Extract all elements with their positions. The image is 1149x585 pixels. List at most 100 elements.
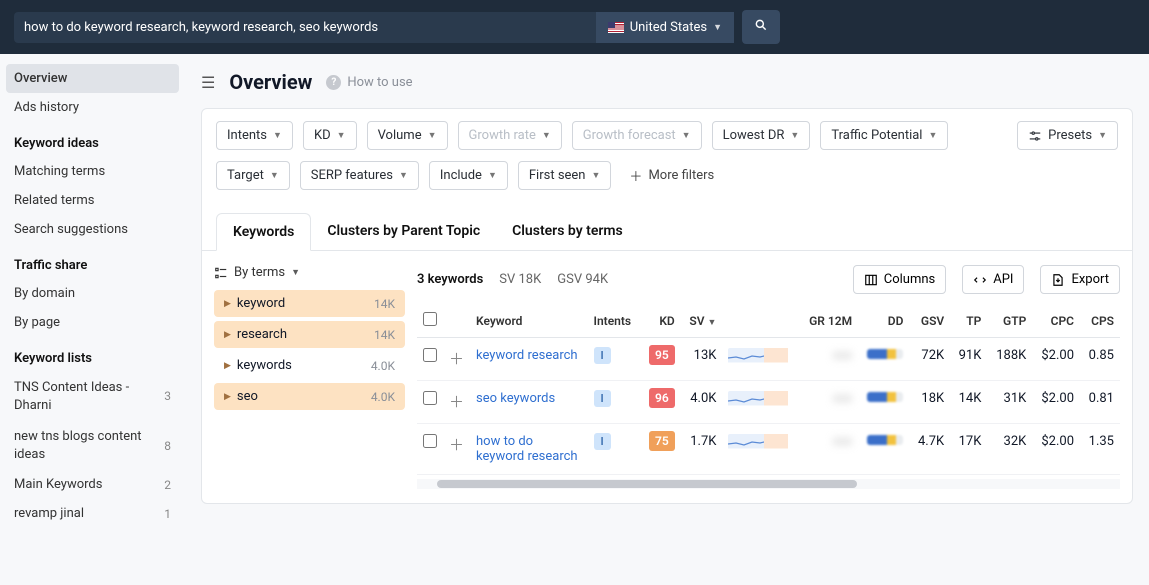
- chevron-down-icon: ▼: [273, 130, 282, 141]
- table-row: ＋ seo keywords I 96 4.0K xxx 18K 14K 31K…: [417, 381, 1120, 424]
- col-gtp[interactable]: GTP: [987, 304, 1032, 338]
- search-icon: [754, 18, 768, 32]
- sidebar-item-ads-history[interactable]: Ads history: [0, 93, 185, 122]
- keyword-link[interactable]: how to do keyword research: [476, 434, 578, 464]
- country-label: United States: [630, 20, 707, 35]
- col-cps[interactable]: CPS: [1080, 304, 1120, 338]
- expand-row-button[interactable]: ＋: [449, 393, 464, 411]
- horizontal-scrollbar[interactable]: [417, 479, 1120, 489]
- filter-first-seen[interactable]: First seen▼: [518, 161, 612, 190]
- sliders-icon: [1028, 129, 1042, 143]
- sidebar-list-label: revamp jinal: [14, 506, 84, 521]
- sidebar-list-3[interactable]: revamp jinal 1: [0, 499, 185, 528]
- caret-right-icon: ▶: [224, 299, 231, 309]
- select-all-checkbox[interactable]: [423, 312, 437, 326]
- sidebar-item-by-domain[interactable]: By domain: [0, 279, 185, 308]
- term-count: 14K: [374, 297, 395, 311]
- api-button[interactable]: API: [962, 265, 1024, 294]
- col-keyword[interactable]: Keyword: [470, 304, 588, 338]
- sidebar-list-count: 8: [164, 438, 171, 454]
- filter-intents[interactable]: Intents▼: [216, 121, 293, 150]
- tab-clusters-parent[interactable]: Clusters by Parent Topic: [311, 213, 496, 250]
- sidebar-item-search-suggestions[interactable]: Search suggestions: [0, 215, 185, 244]
- sidebar-list-1[interactable]: new tns blogs content ideas 8: [0, 421, 185, 470]
- gr12m-value: xxx: [833, 434, 852, 449]
- sidebar-list-label: Main Keywords: [14, 477, 102, 492]
- chevron-down-icon: ▼: [928, 130, 937, 141]
- export-icon: [1051, 273, 1065, 287]
- kd-badge: 95: [649, 345, 675, 365]
- col-gr12m[interactable]: GR 12M: [799, 304, 858, 338]
- chevron-down-icon: ▼: [428, 130, 437, 141]
- col-kd[interactable]: KD: [640, 304, 680, 338]
- caret-right-icon: ▶: [224, 361, 231, 371]
- by-terms-selector[interactable]: By terms ▼: [214, 265, 405, 280]
- search-box[interactable]: United States ▼: [14, 12, 734, 43]
- tab-keywords[interactable]: Keywords: [216, 213, 311, 251]
- export-button[interactable]: Export: [1040, 265, 1120, 294]
- caret-right-icon: ▶: [224, 330, 231, 340]
- dd-bar: [867, 349, 903, 359]
- expand-row-button[interactable]: ＋: [449, 436, 464, 454]
- term-label: keywords: [237, 358, 292, 373]
- columns-button[interactable]: Columns: [853, 265, 947, 294]
- filter-target[interactable]: Target▼: [216, 161, 290, 190]
- gtp-value: 32K: [987, 424, 1032, 475]
- term-pill[interactable]: ▶ keyword 14K: [214, 290, 405, 317]
- filter-volume[interactable]: Volume▼: [367, 121, 448, 150]
- col-intents[interactable]: Intents: [588, 304, 641, 338]
- sidebar-item-matching-terms[interactable]: Matching terms: [0, 157, 185, 186]
- sidebar-head-traffic-share: Traffic share: [0, 244, 185, 279]
- col-tp[interactable]: TP: [950, 304, 987, 338]
- menu-toggle-icon[interactable]: ☰: [201, 73, 215, 92]
- filter-include[interactable]: Include▼: [429, 161, 508, 190]
- more-filters-button[interactable]: ＋ More filters: [621, 160, 722, 191]
- col-cpc[interactable]: CPC: [1032, 304, 1080, 338]
- sidebar-item-overview[interactable]: Overview: [6, 64, 179, 93]
- expand-row-button[interactable]: ＋: [449, 350, 464, 368]
- filter-growth-forecast[interactable]: Growth forecast▼: [572, 121, 702, 150]
- col-dd[interactable]: DD: [858, 304, 909, 338]
- filter-traffic-potential[interactable]: Traffic Potential▼: [820, 121, 948, 150]
- row-checkbox[interactable]: [423, 348, 437, 362]
- keyword-link[interactable]: keyword research: [476, 348, 578, 363]
- scroll-thumb[interactable]: [437, 480, 857, 488]
- kd-badge: 96: [649, 388, 675, 408]
- term-pill[interactable]: ▶seo4.0K: [214, 383, 405, 410]
- filter-kd[interactable]: KD▼: [303, 121, 357, 150]
- row-checkbox[interactable]: [423, 434, 437, 448]
- filter-lowest-dr[interactable]: Lowest DR▼: [712, 121, 811, 150]
- row-checkbox[interactable]: [423, 391, 437, 405]
- chevron-down-icon: ▼: [790, 130, 799, 141]
- dd-bar: [867, 392, 903, 402]
- sidebar-item-related-terms[interactable]: Related terms: [0, 186, 185, 215]
- sidebar-list-0[interactable]: TNS Content Ideas - Dharni 3: [0, 372, 185, 421]
- intent-badge: I: [594, 433, 611, 450]
- filter-serp-features[interactable]: SERP features▼: [300, 161, 419, 190]
- sidebar-item-by-page[interactable]: By page: [0, 308, 185, 337]
- main-panel: Intents▼ KD▼ Volume▼ Growth rate▼ Growth…: [201, 108, 1133, 504]
- tab-clusters-terms[interactable]: Clusters by terms: [496, 213, 639, 250]
- country-selector[interactable]: United States ▼: [596, 12, 734, 43]
- col-gsv[interactable]: GSV: [909, 304, 950, 338]
- term-pill[interactable]: ▶research14K: [214, 321, 405, 348]
- term-label: keyword: [237, 296, 285, 311]
- term-pill[interactable]: ▶keywords4.0K: [214, 352, 405, 379]
- gsv-value: 4.7K: [909, 424, 950, 475]
- sparkline: [728, 348, 788, 370]
- presets-button[interactable]: Presets▼: [1017, 121, 1118, 150]
- results-sv: SV 18K: [499, 272, 541, 287]
- sidebar-list-count: 1: [164, 507, 171, 521]
- sidebar-list-2[interactable]: Main Keywords 2: [0, 470, 185, 499]
- code-icon: [973, 273, 987, 287]
- gr12m-value: xxx: [833, 391, 852, 406]
- col-sv[interactable]: SV ▼: [681, 304, 723, 338]
- how-to-use-label: How to use: [347, 75, 412, 90]
- how-to-use-link[interactable]: ? How to use: [326, 75, 412, 90]
- filter-growth-rate[interactable]: Growth rate▼: [458, 121, 562, 150]
- keyword-link[interactable]: seo keywords: [476, 391, 555, 406]
- search-input[interactable]: [14, 12, 596, 43]
- search-button[interactable]: [742, 10, 780, 44]
- chevron-down-icon: ▼: [682, 130, 691, 141]
- term-label: research: [237, 327, 287, 342]
